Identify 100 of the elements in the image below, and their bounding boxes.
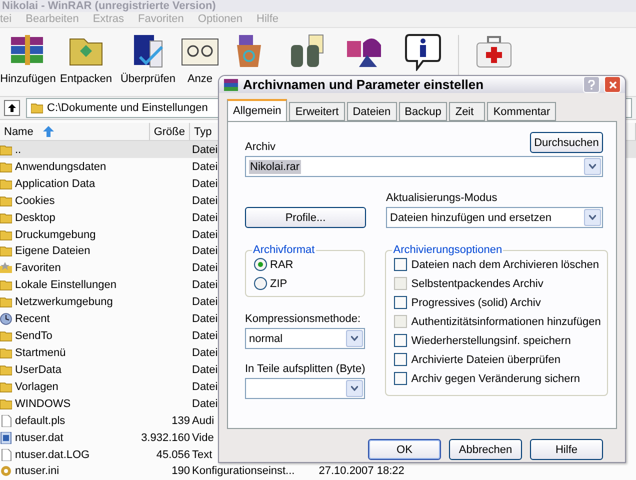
tab[interactable]: Allgemein	[227, 99, 288, 121]
compression-dropdown[interactable]: normal	[245, 328, 366, 349]
file-type: Datei	[192, 279, 218, 292]
up-arrow-icon	[7, 102, 17, 113]
browse-button[interactable]: Durchsuchen	[530, 132, 603, 153]
folder-icon	[0, 194, 12, 207]
file-name[interactable]: Vorlagen	[15, 380, 58, 393]
dialog-button[interactable]: OK	[368, 439, 441, 460]
file-type: Audi	[192, 414, 214, 427]
folder-icon	[0, 144, 12, 156]
file-name[interactable]: Druckumgebung	[15, 228, 96, 241]
file-name[interactable]: Favoriten	[15, 262, 61, 274]
dialog-title: Archivnamen und Parameter einstellen	[243, 77, 485, 92]
file-name[interactable]: Application Data	[15, 178, 96, 190]
question-mark-icon	[588, 80, 595, 90]
folder-icon	[0, 178, 12, 190]
up-folder-button[interactable]	[4, 100, 20, 116]
checkbox[interactable]	[394, 334, 408, 347]
split-size-dropdown[interactable]	[245, 378, 366, 399]
file-type: Datei	[192, 228, 218, 241]
tab[interactable]: Erweitert	[289, 102, 345, 121]
file-type: Datei	[192, 347, 218, 359]
file-size: 190	[172, 465, 190, 478]
tab[interactable]: Dateien	[346, 102, 397, 121]
toolbar-button[interactable]: Überprüfen	[116, 30, 180, 85]
field-label: Archiv	[245, 141, 276, 153]
file-name[interactable]: WINDOWS	[15, 398, 71, 410]
folder-icon	[0, 296, 12, 308]
folder-icon	[0, 330, 12, 342]
folder-icon	[0, 347, 12, 359]
file-size: 45.056	[156, 448, 190, 461]
folder-icon	[0, 398, 12, 410]
stacked-books-icon	[223, 76, 239, 92]
checkbox-label: Selbstentpackendes Archiv	[411, 278, 544, 290]
file-name[interactable]: Startmenü	[15, 347, 66, 359]
archive-name-field[interactable]: Nikolai.rar	[245, 156, 603, 177]
file-name[interactable]: Recent	[15, 313, 50, 326]
file-name[interactable]: Anwendungsdaten	[15, 160, 106, 173]
file-type: Vide	[192, 432, 214, 444]
column-header[interactable]: Größe	[150, 122, 190, 140]
file-name[interactable]: Cookies	[15, 194, 55, 207]
media-file-icon	[0, 432, 12, 444]
field-label: In Teile aufsplitten (Byte)	[245, 363, 366, 375]
file-name[interactable]: Eigene Dateien	[15, 245, 90, 258]
update-mode-dropdown[interactable]: Dateien hinzufügen und ersetzen	[386, 207, 603, 228]
group-label: Archivformat	[252, 244, 316, 256]
field-label: Aktualisierungs-Modus	[386, 192, 498, 204]
checkbox[interactable]	[394, 372, 408, 385]
checkbox[interactable]	[394, 258, 408, 271]
file-name[interactable]: UserData	[15, 364, 62, 376]
profiles-button[interactable]: Profile...	[245, 207, 366, 228]
file-name[interactable]: Desktop	[15, 212, 56, 224]
file-name[interactable]: default.pls	[15, 414, 66, 427]
toolbar-button[interactable]: Hinzufügen	[0, 30, 56, 85]
file-type: Datei	[192, 194, 218, 207]
radio-label: ZIP	[270, 278, 288, 290]
file-type: Datei	[192, 160, 218, 173]
file-type: Datei	[192, 262, 218, 274]
file-size: 139	[172, 414, 190, 427]
file-type: Datei	[192, 296, 218, 308]
folder-icon	[0, 279, 12, 292]
toolbar-button[interactable]: Entpacken	[56, 30, 116, 85]
tab[interactable]: Zeit	[449, 102, 486, 121]
group-label: Archivierungsoptionen	[392, 244, 504, 256]
folder-icon	[0, 228, 12, 241]
toolbar-button[interactable]: Anze	[180, 30, 220, 85]
column-header[interactable]: Name	[0, 122, 150, 140]
checkbox-label: Archivierte Dateien überprüfen	[411, 354, 560, 366]
folder-icon	[0, 212, 12, 224]
file-type: Konfigurationseinst...	[192, 465, 295, 478]
tab[interactable]: Backup	[398, 102, 448, 121]
checkbox-label: Progressives (solid) Archiv	[411, 296, 541, 308]
dialog-button[interactable]: Abbrechen	[449, 439, 522, 460]
file-type: Datei	[192, 245, 218, 258]
file-name[interactable]: Lokale Einstellungen	[15, 279, 117, 292]
file-type: Datei	[192, 212, 218, 224]
folder-icon	[0, 364, 12, 376]
close-button[interactable]	[604, 76, 621, 93]
file-date: 27.10.2007 18:22	[318, 465, 404, 478]
file-name[interactable]: ntuser.dat.LOG	[15, 448, 90, 461]
file-type: Datei	[192, 380, 218, 393]
checkbox-label: Wiederherstellungsinf. speichern	[411, 334, 571, 346]
file-name[interactable]: ntuser.ini	[15, 465, 60, 478]
file-name[interactable]: Netzwerkumgebung	[15, 296, 113, 308]
checkbox-label: Authentizitätsinformationen hinzufügen	[411, 316, 601, 328]
file-name[interactable]: SendTo	[15, 330, 52, 342]
tab[interactable]: Kommentar	[487, 102, 556, 121]
folder-icon	[0, 160, 12, 173]
file-size: 3.932.160	[141, 432, 190, 444]
radio-button[interactable]	[254, 258, 267, 271]
file-name[interactable]: ntuser.dat	[15, 432, 64, 444]
checkbox[interactable]	[394, 296, 408, 309]
file-name[interactable]: ..	[15, 144, 22, 156]
checkbox[interactable]	[394, 353, 408, 366]
dialog-button[interactable]: Hilfe	[530, 439, 603, 460]
file-type: Datei	[192, 364, 218, 376]
checkbox-label: Archiv gegen Veränderung sichern	[411, 372, 580, 384]
file-type: Datei	[192, 144, 218, 156]
radio-button[interactable]	[254, 277, 267, 290]
radio-label: RAR	[270, 258, 294, 270]
